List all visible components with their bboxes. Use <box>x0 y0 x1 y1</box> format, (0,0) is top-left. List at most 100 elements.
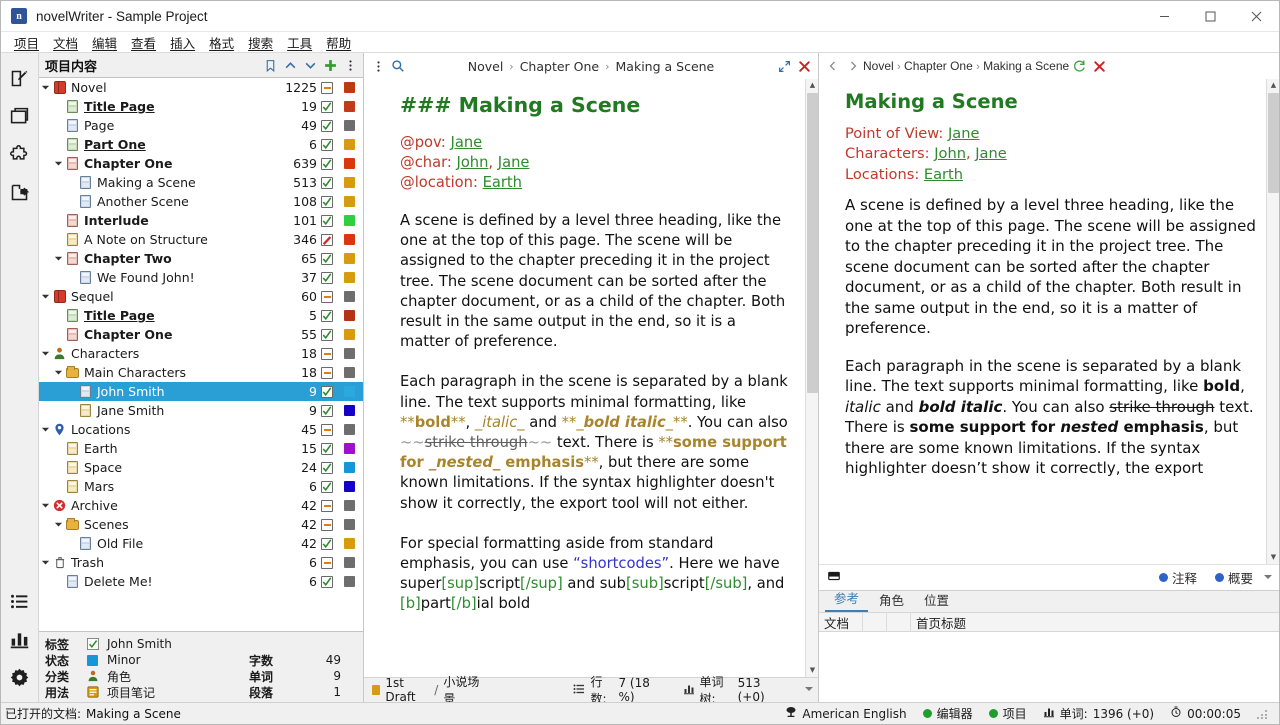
breadcrumb-item-2[interactable]: Making a Scene <box>616 59 715 74</box>
more-options-icon[interactable] <box>368 56 388 76</box>
expand-arrow-icon[interactable] <box>52 520 65 529</box>
expand-arrow-icon[interactable] <box>52 254 65 263</box>
menu-help[interactable]: 帮助 <box>319 33 358 52</box>
editor-scroll-thumb[interactable] <box>807 93 818 393</box>
tree-item-another-scene[interactable]: Another Scene 108 <box>39 192 363 211</box>
menu-insert[interactable]: 插入 <box>163 33 202 52</box>
tag-value-jane[interactable]: Jane <box>451 134 483 151</box>
tree-item-novel[interactable]: Novel 1225 <box>39 78 363 97</box>
status-language[interactable]: American English <box>785 706 907 721</box>
viewer-meta-value-john[interactable]: John <box>934 145 966 162</box>
search-icon[interactable] <box>388 56 408 76</box>
stats-icon[interactable] <box>3 620 37 658</box>
expand-arrow-icon[interactable] <box>39 501 52 510</box>
tree-item-locations[interactable]: Locations 45 <box>39 420 363 439</box>
tree-item-characters[interactable]: Characters 18 <box>39 344 363 363</box>
nav-forward-icon[interactable] <box>843 56 863 76</box>
scroll-down-icon[interactable]: ▼ <box>806 664 818 677</box>
tree-item-title-page[interactable]: Title Page 5 <box>39 306 363 325</box>
settings-icon[interactable] <box>3 658 37 696</box>
outline-icon[interactable] <box>3 582 37 620</box>
toggle-synopsis[interactable]: 概要 <box>1214 568 1253 587</box>
tree-item-a-note-on-structure[interactable]: A Note on Structure 346 <box>39 230 363 249</box>
menu-tools[interactable]: 工具 <box>280 33 319 52</box>
tree-item-sequel[interactable]: Sequel 60 <box>39 287 363 306</box>
tree-item-main-characters[interactable]: Main Characters 18 <box>39 363 363 382</box>
table-header-col2[interactable] <box>863 612 887 632</box>
scroll-up-icon[interactable]: ▲ <box>1267 79 1279 92</box>
close-doc-icon[interactable] <box>1089 56 1109 76</box>
table-header-col3[interactable] <box>887 612 911 632</box>
move-down-icon[interactable] <box>301 56 319 74</box>
scroll-up-icon[interactable]: ▲ <box>806 79 818 92</box>
editor-footer-scroll-arrow[interactable] <box>804 683 814 697</box>
maximize-doc-icon[interactable] <box>774 56 794 76</box>
tree-item-chapter-one[interactable]: Chapter One 639 <box>39 154 363 173</box>
tree-item-trash[interactable]: Trash 6 <box>39 553 363 572</box>
viewer-scrollbar[interactable]: ▲ ▼ <box>1266 79 1279 564</box>
tab-characters[interactable]: 角色 <box>870 588 913 612</box>
toggle-comments[interactable]: 注释 <box>1158 568 1197 587</box>
tree-item-making-a-scene[interactable]: Making a Scene 513 <box>39 173 363 192</box>
tree-item-archive[interactable]: Archive 42 <box>39 496 363 515</box>
tree-item-old-file[interactable]: Old File 42 <box>39 534 363 553</box>
tag-value-earth[interactable]: Earth <box>483 174 522 191</box>
tree-item-john-smith[interactable]: John Smith 9 <box>39 382 363 401</box>
expand-arrow-icon[interactable] <box>39 83 52 92</box>
viewer-meta-value-earth[interactable]: Earth <box>924 166 963 183</box>
menu-search[interactable]: 搜索 <box>241 33 280 52</box>
scroll-down-icon[interactable]: ▼ <box>1267 551 1279 564</box>
bookmark-icon[interactable] <box>261 56 279 74</box>
tree-item-space[interactable]: Space 24 <box>39 458 363 477</box>
tag-value-jane[interactable]: Jane <box>498 154 530 171</box>
maximize-button[interactable] <box>1187 1 1233 32</box>
resize-grip-icon[interactable] <box>1257 708 1269 720</box>
breadcrumb-item-0[interactable]: Novel <box>468 59 504 74</box>
tree-item-chapter-two[interactable]: Chapter Two 65 <box>39 249 363 268</box>
expand-arrow-icon[interactable] <box>39 292 52 301</box>
table-body[interactable] <box>819 632 1279 702</box>
build-icon[interactable] <box>3 135 37 173</box>
expand-arrow-icon[interactable] <box>39 349 52 358</box>
menu-document[interactable]: 文档 <box>46 33 85 52</box>
more-options-icon[interactable] <box>341 56 359 74</box>
table-header-document[interactable]: 文档 <box>819 612 863 632</box>
viewer-text-area[interactable]: Making a Scene Point of View: Jane Chara… <box>819 79 1279 564</box>
tree-item-interlude[interactable]: Interlude 101 <box>39 211 363 230</box>
viewer-meta-value-jane[interactable]: Jane <box>948 125 979 142</box>
tree-item-we-found-john[interactable]: We Found John! 37 <box>39 268 363 287</box>
tree-item-page[interactable]: Page 49 <box>39 116 363 135</box>
viewer-breadcrumb-item-1[interactable]: Chapter One <box>904 59 973 73</box>
editor-scrollbar[interactable]: ▲ ▼ <box>805 79 818 677</box>
editor-text-area[interactable]: ### Making a Scene @pov: Jane @char: Joh… <box>364 79 818 677</box>
breadcrumb-item-1[interactable]: Chapter One <box>520 59 599 74</box>
edit-icon[interactable] <box>3 59 37 97</box>
menu-format[interactable]: 格式 <box>202 33 241 52</box>
tree-item-scenes[interactable]: Scenes 42 <box>39 515 363 534</box>
tree-item-chapter-one[interactable]: Chapter One 55 <box>39 325 363 344</box>
tree-item-title-page[interactable]: Title Page 19 <box>39 97 363 116</box>
tab-locations[interactable]: 位置 <box>915 588 958 612</box>
menu-edit[interactable]: 编辑 <box>85 33 124 52</box>
viewer-scroll-thumb[interactable] <box>1268 93 1279 193</box>
project-tree[interactable]: Novel 1225 Title Page 19 Page 49 Part One 6 Chap… <box>39 77 363 632</box>
menu-view[interactable]: 查看 <box>124 33 163 52</box>
tree-item-delete-me[interactable]: Delete Me! 6 <box>39 572 363 591</box>
expand-arrow-icon[interactable] <box>52 368 65 377</box>
expand-arrow-icon[interactable] <box>39 558 52 567</box>
add-icon[interactable] <box>321 56 339 74</box>
tag-value-john[interactable]: John <box>456 154 488 171</box>
tree-item-jane-smith[interactable]: Jane Smith 9 <box>39 401 363 420</box>
minimize-button[interactable] <box>1141 1 1187 32</box>
viewer-meta-value-jane[interactable]: Jane <box>975 145 1006 162</box>
nav-back-icon[interactable] <box>823 56 843 76</box>
tree-item-part-one[interactable]: Part One 6 <box>39 135 363 154</box>
move-up-icon[interactable] <box>281 56 299 74</box>
tab-references[interactable]: 参考 <box>825 586 869 612</box>
tree-item-mars[interactable]: Mars 6 <box>39 477 363 496</box>
reload-icon[interactable] <box>1069 56 1089 76</box>
export-icon[interactable] <box>3 173 37 211</box>
table-header-title[interactable]: 首页标题 <box>911 612 1279 632</box>
expand-arrow-icon[interactable] <box>39 425 52 434</box>
sticky-note-icon[interactable] <box>827 569 841 586</box>
